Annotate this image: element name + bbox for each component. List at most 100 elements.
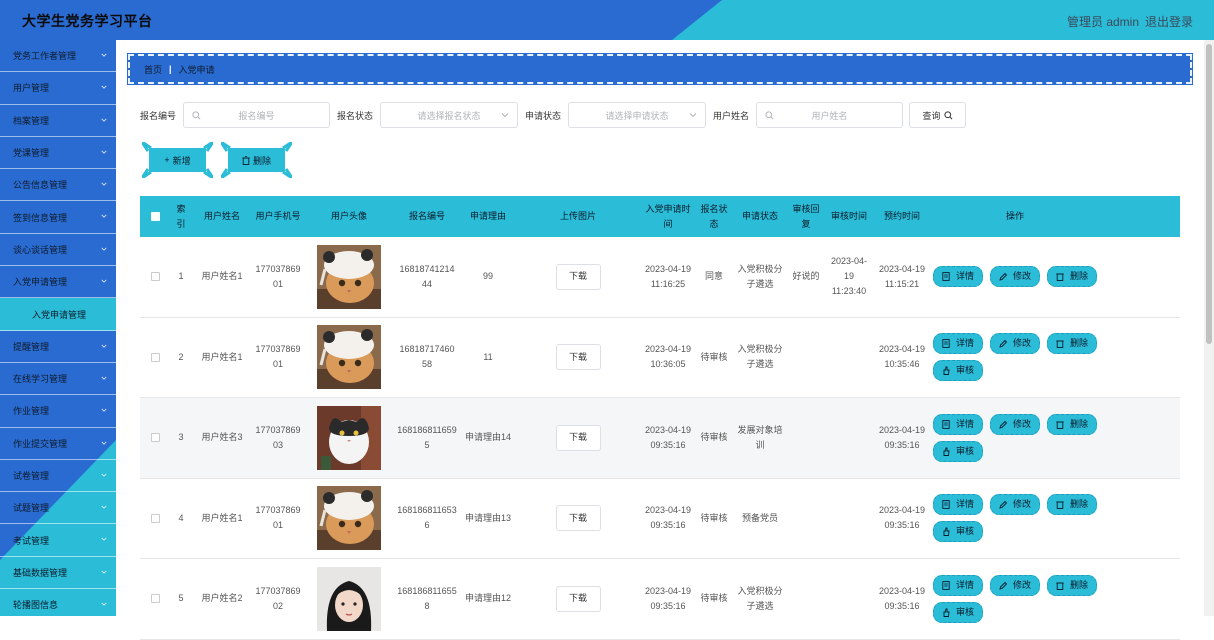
delete-button[interactable]: 删除	[1047, 266, 1097, 288]
cell-reg-status: 待审核	[700, 593, 728, 604]
sidebar-item[interactable]: 公告信息管理	[0, 169, 116, 202]
delete-button[interactable]: 删除	[1047, 333, 1097, 355]
row-checkbox[interactable]	[150, 594, 160, 604]
detail-button[interactable]: 详情	[933, 266, 983, 288]
search-status-select[interactable]: 请选择报名状态	[380, 102, 519, 128]
sidebar-item[interactable]: 考试管理	[0, 524, 116, 557]
pencil-icon	[999, 420, 1010, 429]
review-button[interactable]: 审核	[933, 521, 983, 543]
cell-reg-status: 待审核	[700, 351, 728, 362]
cell-apply-no: 1681871746058	[399, 344, 455, 370]
download-button[interactable]: 下载	[555, 585, 601, 612]
row-checkbox[interactable]	[150, 352, 160, 362]
table-row[interactable]: 5 用户姓名2 17703786902 1681868116558 申请理由12 下载 20…	[140, 559, 1180, 640]
sidebar-item[interactable]: 轮播图信息	[0, 589, 116, 616]
row-checkbox[interactable]	[150, 272, 160, 282]
search-no-input[interactable]: 报名编号	[183, 102, 331, 128]
edit-button[interactable]: 修改	[990, 333, 1040, 355]
delete-button-label: 删除	[1069, 338, 1088, 349]
add-button[interactable]: + 新增	[142, 142, 213, 178]
review-button[interactable]: 审核	[933, 440, 983, 462]
cell-phone: 17703786901	[255, 344, 301, 370]
cell-avatar	[304, 325, 394, 390]
review-button[interactable]: 审核	[933, 601, 983, 623]
breadcrumb-home[interactable]: 首页	[144, 63, 162, 76]
sidebar-item[interactable]: 作业提交管理	[0, 428, 116, 460]
scrollbar-thumb[interactable]	[1206, 44, 1212, 344]
breadcrumb: 首页 | 入党申请	[127, 53, 1193, 85]
chevron-down-icon	[101, 376, 107, 380]
table-row[interactable]: 3 用户姓名3 17703786903 1681868116595 申请理由14 下载 20…	[140, 398, 1180, 479]
sidebar-item[interactable]: 试题管理	[0, 492, 116, 525]
cell-avatar	[304, 244, 394, 309]
edit-button-label: 修改	[1012, 499, 1031, 510]
sidebar-item[interactable]: 在线学习管理	[0, 363, 116, 396]
cell-apply-time: 2023-04-19 09:35:16	[644, 424, 692, 450]
detail-button[interactable]: 详情	[933, 574, 983, 596]
cell-appoint-time: 2023-04-19 09:35:16	[878, 505, 926, 531]
row-checkbox[interactable]	[150, 513, 160, 523]
sidebar-item[interactable]: 签到信息管理	[0, 201, 116, 234]
sidebar-item[interactable]: 入党申请管理	[0, 266, 116, 299]
search-apply-status-placeholder: 请选择申请状态	[605, 110, 669, 121]
detail-button[interactable]: 详情	[933, 494, 983, 516]
document-icon	[942, 339, 953, 349]
column-header: 操作	[1005, 211, 1024, 221]
sidebar-subitem[interactable]: 入党申请管理	[0, 298, 116, 331]
chevron-down-icon	[101, 53, 107, 57]
trash-icon	[1056, 272, 1067, 282]
sidebar-item[interactable]: 党务工作者管理	[0, 40, 116, 73]
edit-button[interactable]: 修改	[990, 266, 1040, 288]
edit-button-label: 修改	[1012, 271, 1031, 282]
sidebar-item-label: 作业管理	[13, 406, 50, 417]
sidebar-item[interactable]: 谈心谈话管理	[0, 234, 116, 267]
sidebar-item-label: 党课管理	[13, 148, 50, 159]
search-apply-status-select[interactable]: 请选择申请状态	[568, 102, 707, 128]
app-title: 大学生党务学习平台	[22, 13, 153, 29]
batch-delete-button[interactable]: 删除	[221, 142, 292, 178]
delete-button[interactable]: 删除	[1047, 413, 1097, 435]
table-row[interactable]: 2 用户姓名1 17703786901 1681871746058 11 下载 2023-0…	[140, 318, 1180, 398]
delete-button[interactable]: 删除	[1047, 574, 1097, 596]
thumbs-up-icon	[942, 366, 953, 376]
main-content: 首页 | 入党申请 报名编号 报名编号 报名状态 请选择报名状态 申请状态 请选…	[116, 40, 1204, 640]
review-button[interactable]: 审核	[933, 360, 983, 382]
sidebar-item[interactable]: 试卷管理	[0, 460, 116, 493]
scrollbar[interactable]	[1204, 40, 1214, 616]
column-header: 审核时间	[830, 211, 867, 221]
row-select-cell	[140, 513, 170, 523]
cell-reason: 申请理由14	[464, 432, 511, 443]
detail-button[interactable]: 详情	[933, 413, 983, 435]
cell-apply-no: 1681868116595	[397, 424, 457, 450]
sidebar-item[interactable]: 作业管理	[0, 395, 116, 428]
pencil-icon	[999, 500, 1010, 509]
trash-icon	[1056, 500, 1067, 510]
review-button-label: 审核	[955, 445, 974, 456]
download-button[interactable]: 下载	[555, 424, 601, 451]
table-row[interactable]: 4 用户姓名1 17703786901 1681868116536 申请理由13 下载 20…	[140, 479, 1180, 559]
edit-button[interactable]: 修改	[990, 574, 1040, 596]
sidebar-item[interactable]: 基础数据管理	[0, 557, 116, 590]
select-all-checkbox[interactable]	[150, 212, 160, 221]
detail-button[interactable]: 详情	[933, 333, 983, 355]
edit-button[interactable]: 修改	[990, 494, 1040, 516]
sidebar-item[interactable]: 档案管理	[0, 105, 116, 137]
cell-reason: 申请理由13	[464, 512, 511, 523]
sidebar-item[interactable]: 党课管理	[0, 137, 116, 170]
search-name-input[interactable]: 用户姓名	[756, 102, 904, 128]
delete-button[interactable]: 删除	[1047, 494, 1097, 516]
sidebar: 党务工作者管理 用户管理 档案管理党课管理公告信息管理 签到信息管理 谈心谈话管理 入党申…	[0, 40, 116, 616]
query-button[interactable]: 查询	[909, 102, 967, 128]
logout-link[interactable]: 退出登录	[1145, 13, 1193, 30]
sidebar-item[interactable]: 提醒管理	[0, 331, 116, 363]
download-button[interactable]: 下载	[555, 263, 601, 290]
download-button[interactable]: 下载	[555, 505, 601, 532]
edit-button[interactable]: 修改	[990, 413, 1040, 435]
search-icon	[765, 110, 774, 119]
detail-button-label: 详情	[955, 271, 974, 282]
sidebar-item[interactable]: 用户管理	[0, 72, 116, 105]
row-checkbox[interactable]	[150, 433, 160, 443]
download-button[interactable]: 下载	[555, 344, 601, 371]
table-row[interactable]: 1 用户姓名1 17703786901 1681874121444 99 下载 2023-0…	[140, 237, 1180, 318]
cell-reason: 11	[483, 351, 493, 362]
